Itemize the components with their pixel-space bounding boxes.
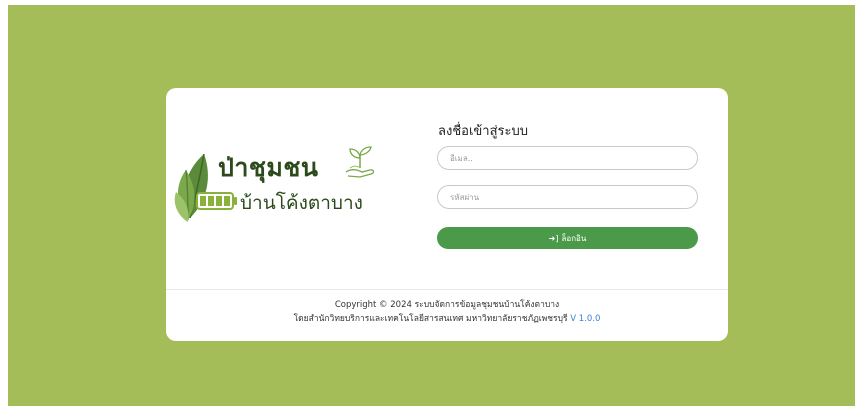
battery-icon <box>196 192 237 210</box>
logo-title: ป่าชุมชน <box>218 153 319 182</box>
password-field[interactable] <box>437 185 698 209</box>
sprout-in-hand-icon <box>345 146 375 178</box>
email-field[interactable] <box>437 146 698 170</box>
version-link[interactable]: V 1.0.0 <box>570 314 600 324</box>
logo: ป่าชุมชน บ้านโค้งตาบาง <box>166 88 426 288</box>
footer: Copyright © 2024 ระบบจัดการข้อมูลชุมชนบ้… <box>166 298 728 326</box>
sign-in-icon: ➜] <box>548 233 559 243</box>
credit-text: โดยสำนักวิทยบริการและเทคโนโลยีสารสนเทศ ม… <box>293 314 568 324</box>
login-card: ป่าชุมชน บ้านโค้งตาบาง ลงชื่อเข้าสู่ระบบ… <box>166 88 728 341</box>
login-title: ลงชื่อเข้าสู่ระบบ <box>438 124 528 139</box>
card-divider <box>166 289 728 290</box>
logo-subtitle: บ้านโค้งตาบาง <box>240 192 363 214</box>
copyright-text: Copyright © 2024 ระบบจัดการข้อมูลชุมชนบ้… <box>334 300 560 310</box>
login-button[interactable]: ➜] ล็อกอิน <box>437 227 698 249</box>
credit-line: โดยสำนักวิทยบริการและเทคโนโลยีสารสนเทศ ม… <box>166 312 728 326</box>
login-button-label: ล็อกอิน <box>561 233 587 243</box>
leaves-icon <box>174 153 208 222</box>
